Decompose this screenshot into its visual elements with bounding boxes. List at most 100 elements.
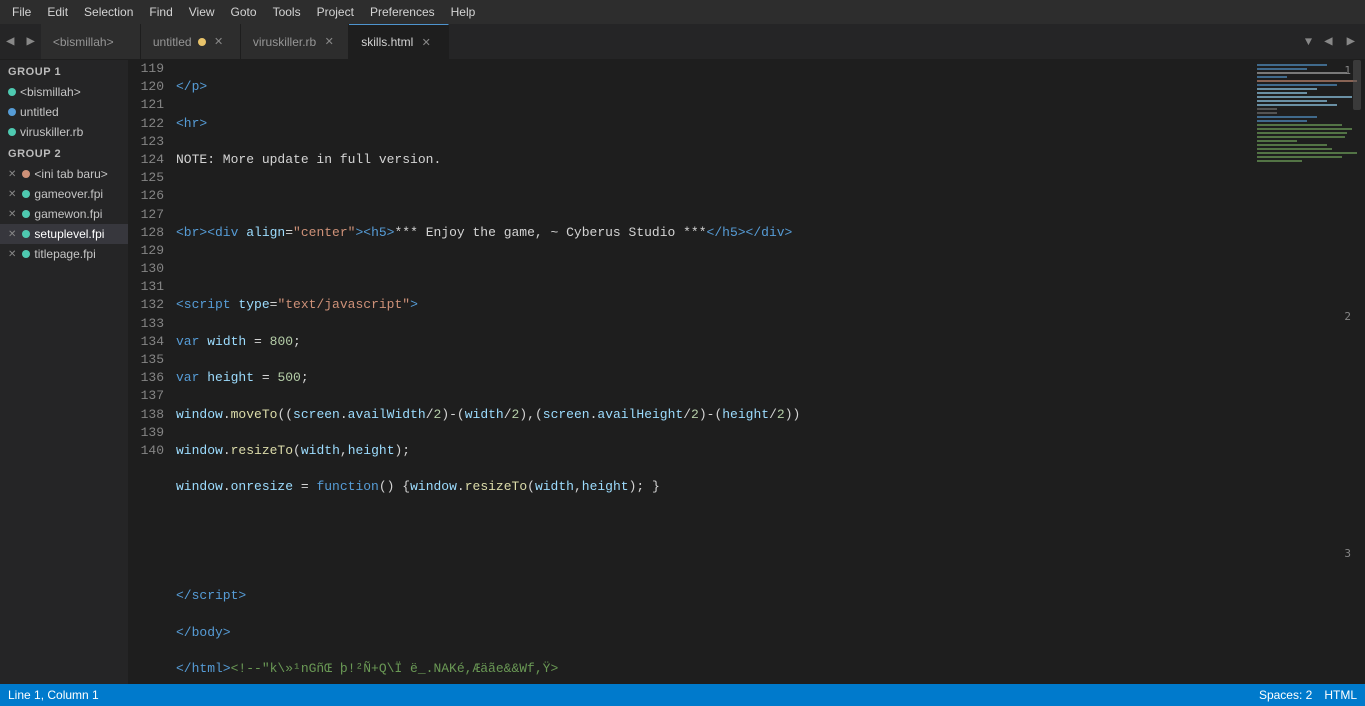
setuplevel-close[interactable]: ✕ xyxy=(8,229,16,240)
sidebar-item-initar[interactable]: ✕ <ini tab baru> xyxy=(0,164,128,184)
sidebar-initar-label: <ini tab baru> xyxy=(34,167,107,181)
code-line-131 xyxy=(176,515,1251,533)
ln-137: 137 xyxy=(136,387,164,405)
tab-untitled[interactable]: untitled ✕ xyxy=(141,24,241,59)
sidebar-item-gameover[interactable]: ✕ gameover.fpi xyxy=(0,184,128,204)
tab-untitled-close[interactable]: ✕ xyxy=(212,35,226,49)
main-area: GROUP 1 <bismillah> untitled viruskiller… xyxy=(0,60,1365,684)
tab-viruskiller[interactable]: viruskiller.rb ✕ xyxy=(241,24,349,59)
tab-skills-close[interactable]: ✕ xyxy=(419,35,433,49)
bismillah-dot xyxy=(8,88,16,96)
code-line-119: </p> xyxy=(176,78,1251,96)
tab-nav-right[interactable]: ▶ xyxy=(20,24,40,59)
ln-140: 140 xyxy=(136,442,164,460)
sidebar-item-viruskiller[interactable]: viruskiller.rb xyxy=(0,122,128,142)
setuplevel-dot xyxy=(22,230,30,238)
sidebar-item-untitled[interactable]: untitled xyxy=(0,102,128,122)
menu-edit[interactable]: Edit xyxy=(39,3,76,21)
code-line-122 xyxy=(176,187,1251,205)
minimap-num-2: 2 xyxy=(1344,310,1351,323)
ln-131: 131 xyxy=(136,278,164,296)
tab-scroll-left[interactable]: ◀ xyxy=(1318,33,1338,50)
ln-123: 123 xyxy=(136,133,164,151)
ln-119: 119 xyxy=(136,60,164,78)
ln-124: 124 xyxy=(136,151,164,169)
tab-bismillah-label: <bismillah> xyxy=(53,35,114,49)
ln-128: 128 xyxy=(136,224,164,242)
code-line-121: NOTE: More update in full version. xyxy=(176,151,1251,169)
ln-125: 125 xyxy=(136,169,164,187)
tab-viruskiller-label: viruskiller.rb xyxy=(253,35,316,49)
sidebar-gamewon-label: gamewon.fpi xyxy=(34,207,102,221)
sidebar-titlepage-label: titlepage.fpi xyxy=(34,247,95,261)
status-spaces: Spaces: 2 xyxy=(1259,688,1312,702)
menu-tools[interactable]: Tools xyxy=(265,3,309,21)
sidebar-gameover-label: gameover.fpi xyxy=(34,187,103,201)
status-language: HTML xyxy=(1324,688,1357,702)
group2-header: GROUP 2 xyxy=(0,142,128,164)
titlepage-close[interactable]: ✕ xyxy=(8,249,16,260)
ln-126: 126 xyxy=(136,187,164,205)
code-line-120: <hr> xyxy=(176,115,1251,133)
ln-122: 122 xyxy=(136,115,164,133)
code-line-124 xyxy=(176,260,1251,278)
line-numbers: 119 120 121 122 123 124 125 126 127 128 … xyxy=(128,60,172,684)
menu-view[interactable]: View xyxy=(181,3,223,21)
tab-bismillah[interactable]: <bismillah> xyxy=(41,24,141,59)
code-line-126: var width = 800; xyxy=(176,333,1251,351)
code-line-129: window.resizeTo(width,height); xyxy=(176,442,1251,460)
menu-find[interactable]: Find xyxy=(141,3,180,21)
menu-project[interactable]: Project xyxy=(309,3,362,21)
ln-121: 121 xyxy=(136,96,164,114)
viruskiller-dot xyxy=(8,128,16,136)
sidebar-item-setuplevel[interactable]: ✕ setuplevel.fpi xyxy=(0,224,128,244)
tab-skills-label: skills.html xyxy=(361,35,413,49)
code-line-123: <br><div align="center"><h5>*** Enjoy th… xyxy=(176,224,1251,242)
code-line-130: window.onresize = function() {window.res… xyxy=(176,478,1251,496)
gameover-close[interactable]: ✕ xyxy=(8,189,16,200)
menu-file[interactable]: File xyxy=(4,3,39,21)
code-editor[interactable]: </p> <hr> NOTE: More update in full vers… xyxy=(172,60,1255,684)
code-line-135: </html><!--"k\»¹nGñŒ þ!²Ñ+Q\Ï ë_.NAKé,Æä… xyxy=(176,660,1251,678)
tab-untitled-modified-dot xyxy=(198,38,206,46)
sidebar-item-bismillah[interactable]: <bismillah> xyxy=(0,82,128,102)
ln-136: 136 xyxy=(136,369,164,387)
ln-139: 139 xyxy=(136,424,164,442)
minimap-content: 1 2 3 xyxy=(1255,60,1365,684)
menu-goto[interactable]: Goto xyxy=(223,3,265,21)
tab-dropdown-btn[interactable]: ▼ xyxy=(1301,33,1316,51)
gamewon-close[interactable]: ✕ xyxy=(8,209,16,220)
tab-scroll-right[interactable]: ▶ xyxy=(1341,33,1361,50)
editor-area[interactable]: 119 120 121 122 123 124 125 126 127 128 … xyxy=(128,60,1365,684)
status-bar: Line 1, Column 1 Spaces: 2 HTML xyxy=(0,684,1365,706)
sidebar-setuplevel-label: setuplevel.fpi xyxy=(34,227,104,241)
menu-bar: File Edit Selection Find View Goto Tools… xyxy=(0,0,1365,24)
code-line-133: </script> xyxy=(176,587,1251,605)
tab-viruskiller-close[interactable]: ✕ xyxy=(322,35,336,49)
ln-133: 133 xyxy=(136,315,164,333)
menu-preferences[interactable]: Preferences xyxy=(362,3,443,21)
minimap-num-1: 1 xyxy=(1344,64,1351,77)
sidebar-item-titlepage[interactable]: ✕ titlepage.fpi xyxy=(0,244,128,264)
tab-dropdown: ▼ ◀ ▶ xyxy=(1297,33,1365,51)
ln-134: 134 xyxy=(136,333,164,351)
menu-selection[interactable]: Selection xyxy=(76,3,141,21)
ln-138: 138 xyxy=(136,406,164,424)
group1-header: GROUP 1 xyxy=(0,60,128,82)
menu-help[interactable]: Help xyxy=(443,3,484,21)
sidebar-item-gamewon[interactable]: ✕ gamewon.fpi xyxy=(0,204,128,224)
tab-nav-left[interactable]: ◀ xyxy=(0,24,20,59)
status-left: Line 1, Column 1 xyxy=(8,688,99,702)
untitled-dot xyxy=(8,108,16,116)
sidebar-viruskiller-label: viruskiller.rb xyxy=(20,125,83,139)
tab-skills[interactable]: skills.html ✕ xyxy=(349,24,449,59)
minimap-svg xyxy=(1255,60,1365,684)
titlepage-dot xyxy=(22,250,30,258)
initar-close[interactable]: ✕ xyxy=(8,169,16,180)
code-line-125: <script type="text/javascript"> xyxy=(176,296,1251,314)
ln-135: 135 xyxy=(136,351,164,369)
sidebar: GROUP 1 <bismillah> untitled viruskiller… xyxy=(0,60,128,684)
tab-untitled-label: untitled xyxy=(153,35,192,49)
ln-120: 120 xyxy=(136,78,164,96)
tab-bar: ◀ ▶ <bismillah> untitled ✕ viruskiller.r… xyxy=(0,24,1365,60)
